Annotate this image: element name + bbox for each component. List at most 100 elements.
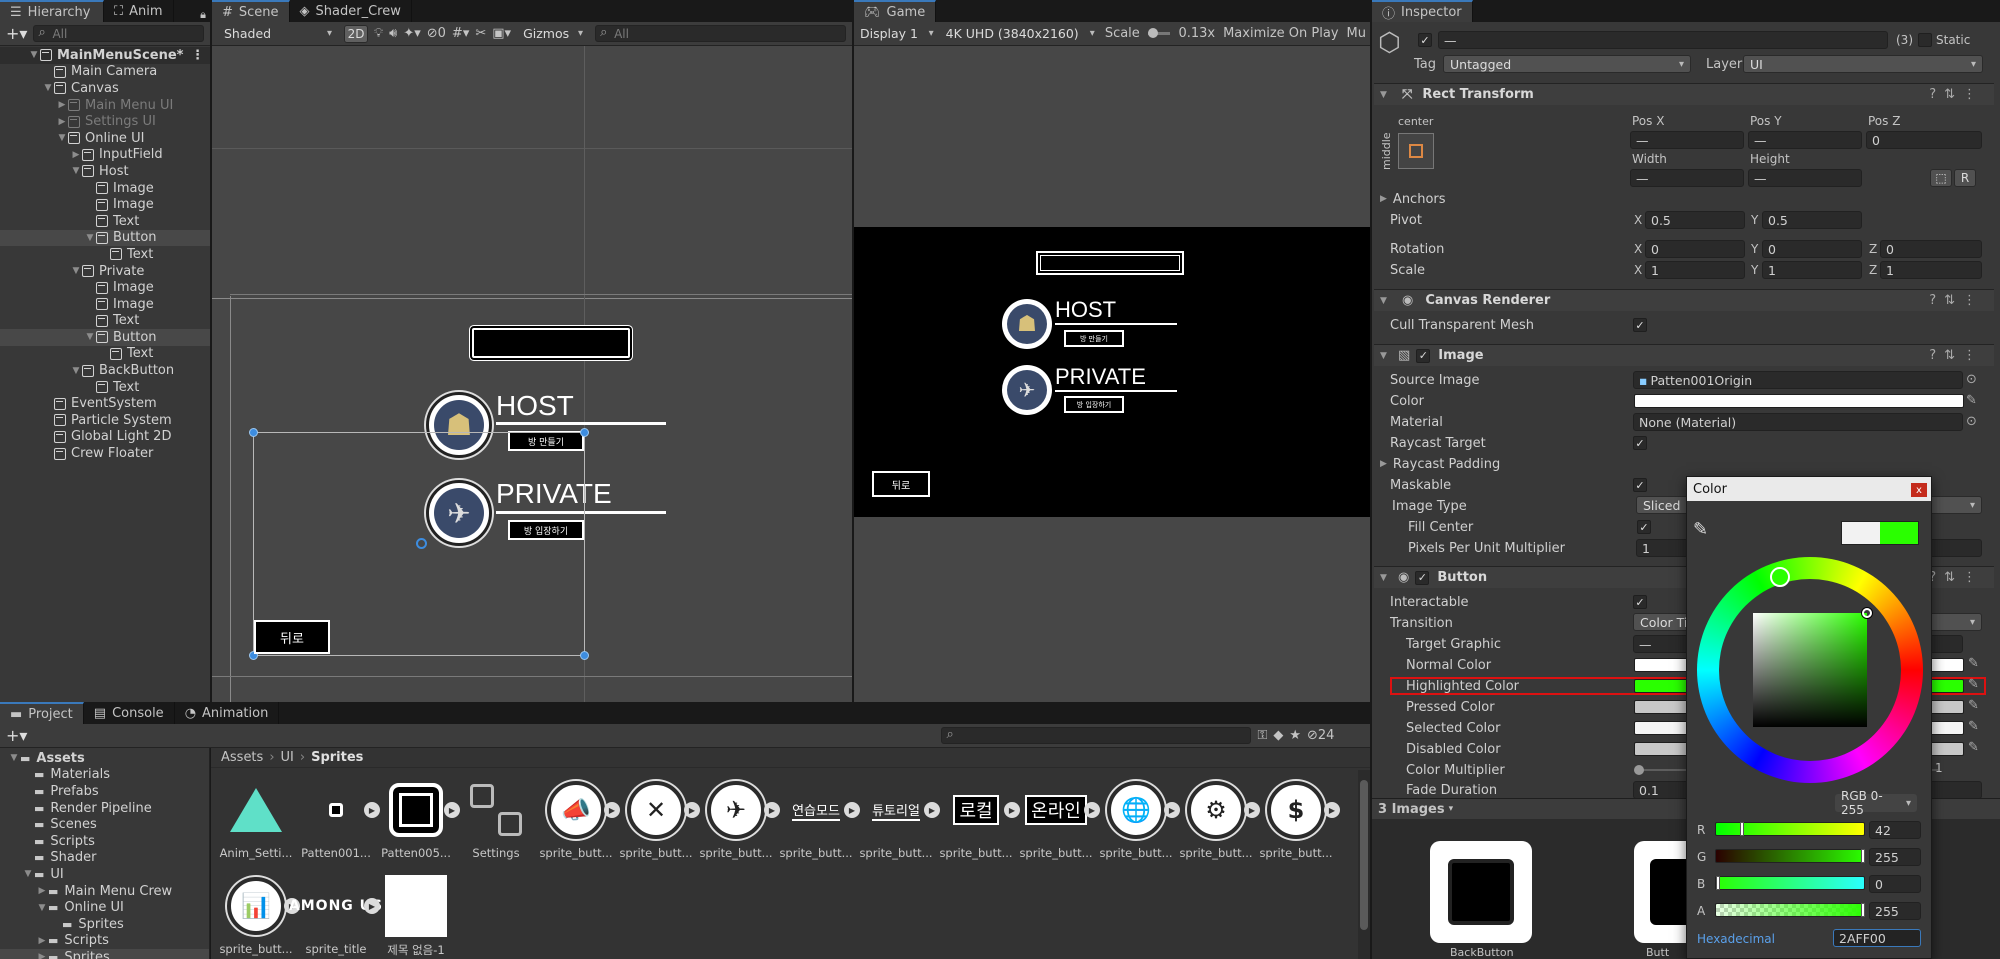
tab-inspector[interactable]: ⓘ Inspector [1372, 0, 1473, 22]
raw-edit-button[interactable]: R [1954, 169, 1976, 187]
project-search[interactable] [941, 727, 1252, 744]
asset-item[interactable]: Patten001... ▶ [296, 778, 380, 860]
posy-field[interactable]: — [1748, 131, 1862, 149]
breadcrumb-sprites[interactable]: Sprites [311, 750, 363, 765]
component-menu-icons[interactable]: ?⇅⋮ [1929, 348, 1984, 363]
material-field[interactable]: None (Material) [1633, 413, 1963, 431]
tools-icon[interactable]: ✂ [475, 26, 486, 41]
project-folder-item[interactable]: ▬ Sprites [0, 916, 209, 933]
tab-animator[interactable]: ⛶ Anim [104, 0, 174, 22]
asset-item[interactable]: $ sprite_butt... ▶ [1256, 778, 1340, 860]
project-folder-item[interactable]: ▬ Scenes [0, 816, 209, 833]
asset-item[interactable]: 📣 sprite_butt... ▶ [536, 778, 620, 860]
anchors-foldout[interactable]: ▶ Anchors [1380, 190, 1446, 208]
hierarchy-item[interactable]: Crew Floater [0, 445, 210, 462]
project-folder-item[interactable]: ▶ ▬ Scripts [0, 933, 209, 950]
button-enabled-checkbox[interactable]: ✓ [1415, 570, 1430, 585]
shading-mode-dropdown[interactable]: Shaded [218, 24, 338, 43]
hierarchy-item[interactable]: ▶ Settings UI [0, 113, 210, 130]
grid-snap-icon[interactable]: #▾ [452, 26, 469, 41]
asset-item[interactable]: 연습모드 sprite_butt... ▶ [776, 778, 860, 860]
filter-type-icon[interactable]: ⚿ [1257, 728, 1267, 743]
posz-field[interactable]: 0 [1866, 131, 1982, 149]
hierarchy-item[interactable]: Text [0, 313, 210, 330]
hierarchy-item[interactable]: Global Light 2D [0, 429, 210, 446]
asset-item[interactable]: Patten005... ▶ [376, 778, 460, 860]
eyedropper-icon[interactable]: ✎ [1968, 698, 1979, 713]
chevron-down-icon[interactable]: ▼ [28, 50, 40, 60]
hierarchy-item[interactable]: Text [0, 346, 210, 363]
project-folder-item[interactable]: ▬ Shader [0, 850, 209, 867]
anchor-preset-button[interactable] [1398, 133, 1434, 169]
scene-viewport[interactable]: ☗ HOST 방 만들기 ✈ PRIVATE 방 입장하기 뒤로 [212, 46, 852, 702]
hierarchy-item[interactable]: EventSystem [0, 395, 210, 412]
chevron-icon[interactable]: ▶ [36, 886, 48, 896]
scene-menu-icon[interactable]: ⋮ [191, 48, 210, 63]
cull-checkbox[interactable]: ✓ [1633, 318, 1647, 332]
asset-item[interactable]: ✈ sprite_butt... ▶ [696, 778, 780, 860]
expand-sprite-icon[interactable]: ▶ [1324, 802, 1340, 818]
game-canvas[interactable]: ☗ HOST 방 만들기 ✈ PRIVATE 방 입장하기 뒤로 [854, 227, 1370, 517]
lighting-icon[interactable]: 💡︎ [374, 26, 383, 41]
hidden-count[interactable]: ⊘24 [1307, 728, 1334, 743]
game-input-field[interactable] [1036, 251, 1184, 275]
layer-dropdown[interactable]: UI [1743, 55, 1983, 73]
chevron-icon[interactable]: ▼ [22, 869, 34, 879]
add-icon[interactable]: +▾ [6, 726, 27, 745]
hierarchy-item[interactable]: ▼ Canvas [0, 80, 210, 97]
chevron-down-icon[interactable]: ▼ [70, 366, 82, 376]
hierarchy-item[interactable]: Text [0, 246, 210, 263]
eyedropper-icon[interactable]: ✎ [1968, 656, 1979, 671]
scrollbar[interactable] [1358, 770, 1370, 959]
chevron-icon[interactable]: ▶ [36, 952, 48, 959]
chevron-right-icon[interactable]: ▶ [70, 150, 82, 160]
project-folder-item[interactable]: ▼ ▬ Online UI [0, 899, 209, 916]
hierarchy-item[interactable]: ▼ Button [0, 229, 210, 247]
image-enabled-checkbox[interactable]: ✓ [1416, 348, 1431, 363]
chevron-down-icon[interactable]: ▼ [56, 133, 68, 143]
favorite-icon[interactable]: ★ [1289, 728, 1301, 743]
chevron-down-icon[interactable]: ▼ [42, 83, 54, 93]
image-color-swatch[interactable] [1634, 394, 1964, 408]
project-folder-item[interactable]: ▼ ▬ Assets [0, 750, 209, 767]
asset-item[interactable]: Anim_Setti... [216, 778, 296, 860]
component-menu-icons[interactable]: ?⇅⋮ [1929, 293, 1984, 308]
hierarchy-search[interactable]: All [33, 25, 204, 42]
color-mode-dropdown[interactable]: RGB 0-255 [1835, 789, 1917, 817]
image-header[interactable]: ▼ ▧ ✓ Image ?⇅⋮ [1374, 344, 1994, 366]
b-slider[interactable] [1715, 876, 1865, 890]
project-folder-item[interactable]: ▼ ▬ UI [0, 866, 209, 883]
tab-scene[interactable]: # Scene [212, 0, 290, 22]
source-image-field[interactable]: ▪ Patten001Origin [1633, 371, 1963, 389]
canvas-renderer-header[interactable]: ▼ ◉ Canvas Renderer ?⇅⋮ [1374, 289, 1994, 311]
maximize-on-play[interactable]: Maximize On Play [1223, 26, 1338, 41]
rect-handle[interactable] [580, 428, 589, 437]
height-field[interactable]: — [1748, 169, 1862, 187]
asset-item[interactable]: 🌐 sprite_butt... ▶ [1096, 778, 1180, 860]
chevron-down-icon[interactable]: ▼ [84, 332, 96, 342]
asset-item[interactable]: ⚙ sprite_butt... ▶ [1176, 778, 1260, 860]
tab-game[interactable]: 🎮︎ Game [854, 0, 937, 22]
eyedropper-icon[interactable]: ✎ [1693, 519, 1708, 540]
rot-y-field[interactable]: 0 [1762, 240, 1862, 258]
object-picker-icon[interactable]: ⊙ [1966, 372, 1977, 387]
rect-handle[interactable] [249, 428, 258, 437]
chevron-right-icon[interactable]: ▶ [56, 117, 68, 127]
asset-item[interactable]: 로컬 sprite_butt... ▶ [936, 778, 1020, 860]
eyedropper-icon[interactable]: ✎ [1968, 740, 1979, 755]
chevron-icon[interactable]: ▼ [36, 903, 48, 913]
scale-slider[interactable] [1147, 28, 1171, 38]
interactable-checkbox[interactable]: ✓ [1633, 595, 1647, 609]
asset-item[interactable]: 온라인 sprite_butt... ▶ [1016, 778, 1100, 860]
rect-handle[interactable] [580, 651, 589, 660]
breadcrumb-assets[interactable]: Assets [221, 750, 263, 765]
game-host-button[interactable]: 방 만들기 [1064, 330, 1124, 347]
chevron-icon[interactable]: ▶ [36, 936, 48, 946]
chevron-right-icon[interactable]: ▶ [56, 100, 68, 110]
toggle-2d-button[interactable]: 2D [344, 24, 368, 43]
eyedropper-icon[interactable]: ✎ [1968, 677, 1979, 692]
color-picker-titlebar[interactable]: Color [1687, 477, 1931, 501]
r-field[interactable]: 42 [1869, 821, 1921, 839]
game-back-button[interactable]: 뒤로 [872, 471, 930, 497]
breadcrumb-ui[interactable]: UI [281, 750, 294, 765]
